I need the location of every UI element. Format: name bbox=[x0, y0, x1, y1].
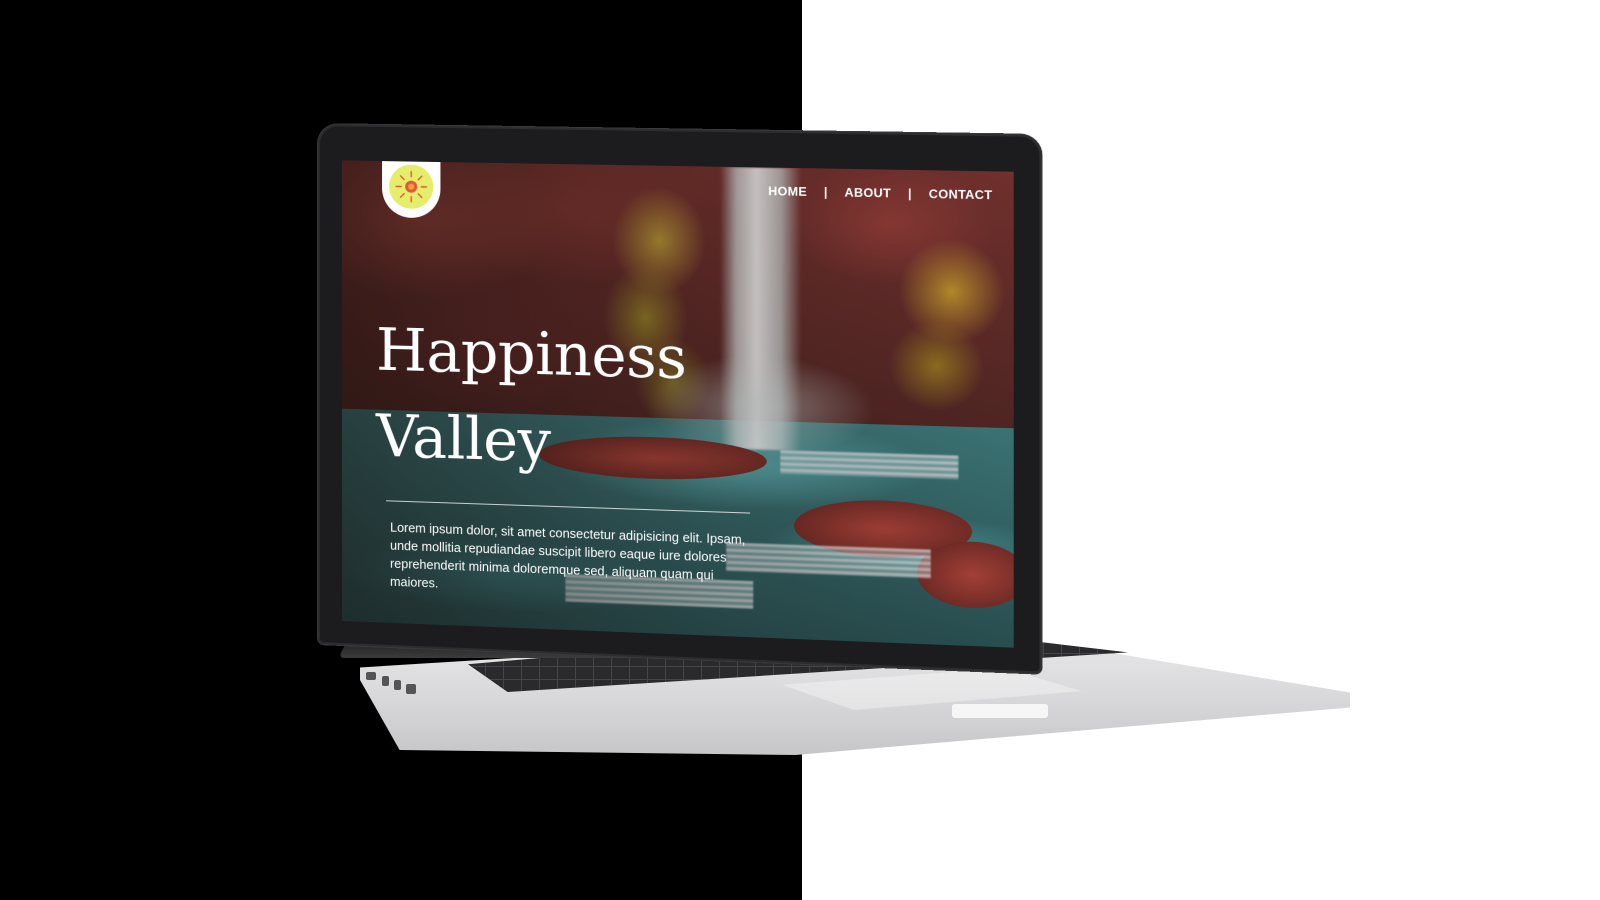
hero-title-line-1: Happiness bbox=[376, 315, 687, 393]
port-thunderbolt bbox=[394, 680, 401, 690]
hero-title: Happiness Valley bbox=[376, 306, 686, 489]
site-logo[interactable] bbox=[382, 160, 441, 219]
sun-icon bbox=[389, 164, 434, 210]
laptop-lid: HOME | ABOUT | CONTACT Happiness Valley … bbox=[318, 124, 1042, 674]
nav-about-link[interactable]: ABOUT bbox=[845, 185, 892, 200]
nav-home-link[interactable]: HOME bbox=[768, 184, 807, 199]
hero-description: Lorem ipsum dolor, sit amet consectetur … bbox=[390, 520, 746, 591]
laptop-screen: HOME | ABOUT | CONTACT Happiness Valley … bbox=[341, 160, 1014, 648]
sun-icon-graphic bbox=[393, 168, 429, 205]
laptop-ports bbox=[362, 666, 432, 702]
port-hdmi bbox=[406, 684, 416, 694]
hero-title-line-2: Valley bbox=[376, 401, 551, 476]
port-usb bbox=[382, 676, 389, 686]
nav-contact-link[interactable]: CONTACT bbox=[929, 187, 993, 203]
mockup-stage: HOME | ABOUT | CONTACT Happiness Valley … bbox=[0, 0, 1600, 900]
nav-separator: | bbox=[823, 184, 828, 200]
port-magsafe bbox=[366, 672, 376, 680]
laptop-front-notch bbox=[952, 704, 1048, 718]
nav-separator: | bbox=[907, 186, 912, 201]
